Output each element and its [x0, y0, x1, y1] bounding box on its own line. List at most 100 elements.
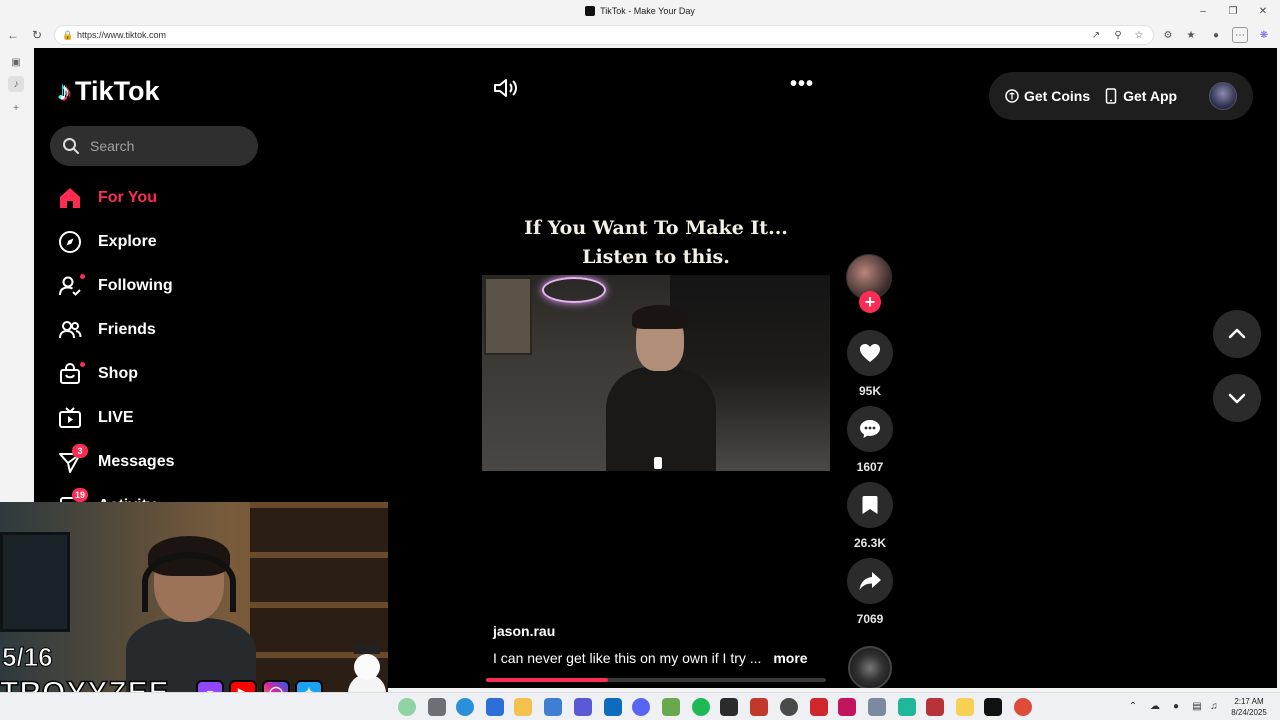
sidebar-item-label: For You [98, 189, 157, 206]
chevron-down-icon [1228, 393, 1246, 404]
get-app-button[interactable]: Get App [1104, 88, 1177, 104]
extensions-icon[interactable]: ⚙ [1160, 27, 1176, 43]
taskbar-obs-icon[interactable] [780, 698, 798, 716]
share-button[interactable] [847, 558, 893, 604]
previous-video-button[interactable] [1213, 310, 1261, 358]
refresh-button[interactable]: ↻ [28, 26, 46, 44]
taskbar-search-icon[interactable] [398, 698, 416, 716]
comment-icon [860, 420, 880, 438]
video-title-line: If You Want To Make It... [524, 217, 788, 239]
follow-plus-icon[interactable]: + [859, 291, 881, 313]
tray-chevron-up-icon[interactable]: ⌃ [1126, 699, 1140, 713]
taskbar-minecraft-icon[interactable] [662, 698, 680, 716]
tray-volume-icon[interactable]: ♫ [1207, 699, 1221, 713]
minimize-button[interactable]: – [1188, 0, 1218, 22]
creator-avatar[interactable]: + [846, 254, 892, 313]
sidebar-item-label: Following [98, 277, 173, 294]
taskbar-folder-icon[interactable] [514, 698, 532, 716]
taskbar-spotify-icon[interactable] [692, 698, 710, 716]
coin-icon [1005, 89, 1019, 103]
tray-mic-icon[interactable]: ● [1169, 699, 1183, 713]
notification-dot [80, 274, 85, 279]
comment-count: 1607 [856, 460, 884, 474]
save-button[interactable] [847, 482, 893, 528]
video-player[interactable] [482, 275, 830, 471]
taskbar-discord-icon[interactable] [632, 698, 650, 716]
messages-badge: 3 [72, 444, 88, 458]
sidebar-item-live[interactable]: LIVE [56, 396, 276, 440]
video-progress-bar[interactable] [486, 678, 826, 682]
more-options-icon[interactable]: ••• [790, 74, 814, 100]
taskbar-taskview-icon[interactable] [428, 698, 446, 716]
tiktok-logo[interactable]: ♪ TikTok [58, 76, 160, 107]
taskbar-app-icon[interactable] [544, 698, 562, 716]
new-tab-icon[interactable]: + [8, 100, 24, 116]
next-video-button[interactable] [1213, 374, 1261, 422]
comment-action: 1607 [846, 406, 894, 476]
taskbar-app-icon[interactable] [926, 698, 944, 716]
sidebar-item-following[interactable]: Following [56, 264, 276, 308]
taskbar-tiktok-icon[interactable] [984, 698, 1002, 716]
copilot-icon[interactable]: ❋ [1256, 27, 1272, 43]
url-text: https://www.tiktok.com [77, 30, 167, 40]
video-neon-decor [542, 277, 606, 303]
clock-date: 8/24/2025 [1231, 708, 1267, 717]
video-author[interactable]: jason.rau [493, 623, 555, 639]
taskbar-store-icon[interactable] [486, 698, 504, 716]
open-app-icon[interactable]: ↗ [1088, 27, 1104, 43]
caption-more-link[interactable]: more [773, 650, 807, 666]
activity-badge: 19 [72, 488, 89, 502]
heart-icon [860, 344, 880, 362]
taskbar-edge-icon[interactable] [456, 698, 474, 716]
sidebar-item-messages[interactable]: 3 Messages [56, 440, 276, 484]
taskbar-outlook-icon[interactable] [604, 698, 622, 716]
taskbar-app-icon[interactable] [838, 698, 856, 716]
tray-cloud-icon[interactable]: ☁ [1148, 699, 1162, 713]
volume-button[interactable] [492, 76, 520, 100]
favorites-icon[interactable]: ★ [1183, 27, 1199, 43]
sidebar-item-friends[interactable]: Friends [56, 308, 276, 352]
search-box[interactable] [50, 126, 258, 166]
tab-actions-icon[interactable]: ▣ [8, 54, 24, 70]
zoom-icon[interactable]: ⚲ [1110, 27, 1126, 43]
tiktok-note-icon: ♪ [58, 76, 71, 106]
sidebar-nav: For You Explore Following Friends Shop L… [56, 176, 276, 528]
sidebar-item-explore[interactable]: Explore [56, 220, 276, 264]
user-avatar[interactable] [1209, 82, 1237, 110]
sidebar-item-label: Explore [98, 233, 157, 250]
music-disc-icon[interactable] [848, 646, 892, 688]
favorite-star-icon[interactable]: ☆ [1131, 27, 1147, 43]
like-button[interactable] [847, 330, 893, 376]
webcam-streamer [126, 536, 256, 692]
logo-text: TikTok [75, 76, 160, 106]
taskbar-app-icon[interactable] [898, 698, 916, 716]
close-window-button[interactable]: ✕ [1248, 0, 1278, 22]
save-count: 26.3K [853, 536, 887, 550]
taskbar-app-icon[interactable] [810, 698, 828, 716]
browser-menu-icon[interactable]: ⋯ [1232, 27, 1248, 43]
like-action: 95K [846, 330, 894, 400]
windows-taskbar: ⌃ ☁ ● ▤ ♫ 2:17 AM 8/24/2025 [0, 692, 1280, 720]
taskbar-app-icon[interactable] [750, 698, 768, 716]
taskbar-epic-icon[interactable] [720, 698, 738, 716]
taskbar-notes-icon[interactable] [956, 698, 974, 716]
profile-icon[interactable]: ● [1208, 27, 1224, 43]
taskbar-chrome-icon[interactable] [1014, 698, 1032, 716]
url-field[interactable]: 🔒 https://www.tiktok.com [54, 25, 1154, 45]
comment-button[interactable] [847, 406, 893, 452]
sidebar-item-for-you[interactable]: For You [56, 176, 276, 220]
back-button[interactable]: ← [4, 26, 22, 44]
restore-button[interactable]: ❐ [1218, 0, 1248, 22]
snowman-head [354, 654, 380, 680]
like-count: 95K [858, 384, 881, 398]
taskbar-clock[interactable]: 2:17 AM 8/24/2025 [1222, 696, 1276, 718]
tab-favicon-icon[interactable]: ♪ [8, 76, 24, 92]
video-person-body [606, 367, 716, 471]
taskbar-app-icon[interactable] [574, 698, 592, 716]
taskbar-settings-icon[interactable] [868, 698, 886, 716]
tray-network-icon[interactable]: ▤ [1190, 699, 1204, 713]
webcam-overlay [0, 502, 388, 692]
sidebar-item-shop[interactable]: Shop [56, 352, 276, 396]
search-input[interactable] [90, 138, 250, 154]
get-coins-button[interactable]: Get Coins [1005, 88, 1090, 104]
